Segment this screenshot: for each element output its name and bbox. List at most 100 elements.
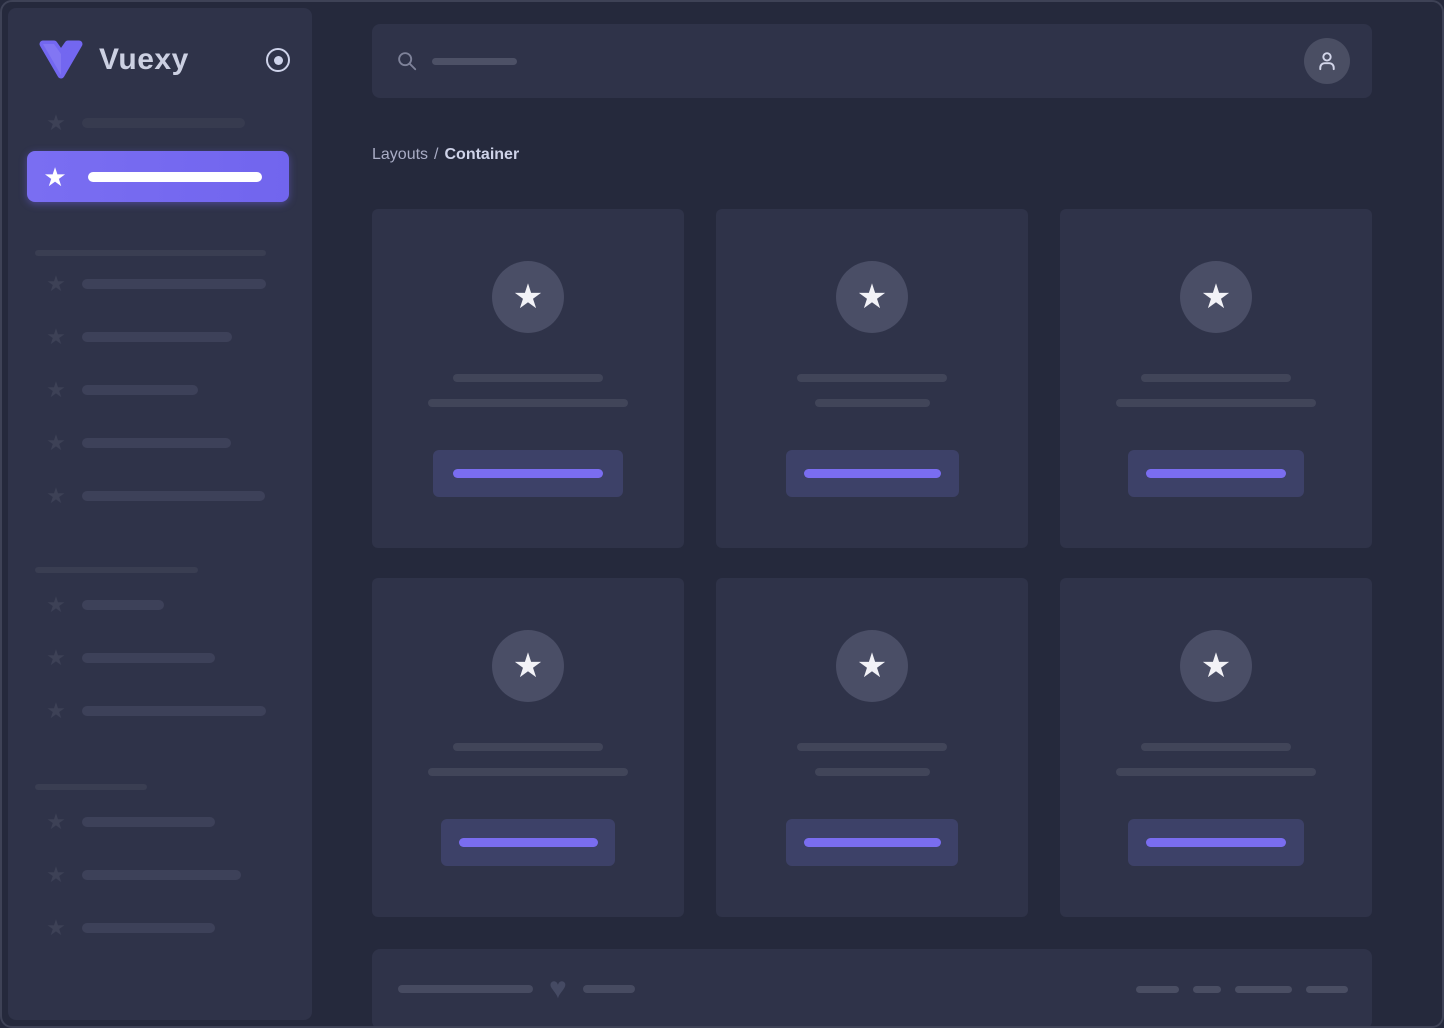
card-subtitle-skeleton [814, 399, 930, 407]
search-icon [398, 52, 417, 71]
card-action-button[interactable] [785, 450, 959, 497]
heart-icon: ♥ [549, 972, 567, 1005]
star-icon: ★ [46, 592, 66, 617]
card-action-button[interactable] [1128, 450, 1304, 497]
star-icon: ★ [46, 809, 66, 834]
demo-card: ★ [716, 578, 1028, 917]
sidebar-item-label-skeleton [82, 385, 198, 395]
star-icon: ★ [46, 698, 66, 723]
star-icon: ★ [46, 483, 66, 508]
breadcrumb-current: Container [444, 146, 520, 163]
card-title-skeleton [797, 743, 947, 751]
sidebar-item-label-skeleton [82, 706, 266, 716]
sidebar-item[interactable]: ★ [8, 485, 312, 507]
star-icon: ★ [1200, 647, 1232, 685]
button-label-skeleton [458, 838, 598, 847]
search-input[interactable] [396, 24, 1304, 98]
button-label-skeleton [803, 469, 941, 478]
app-frame: Vuexy ★ ★ ★ ★ ★ ★ ★ ★ ★ ★ ★ ★ ★ Layouts … [0, 0, 1444, 1028]
star-icon: ★ [43, 161, 67, 192]
sidebar-item-label-skeleton [82, 923, 215, 933]
card-action-button[interactable] [433, 450, 623, 497]
sidebar-item[interactable]: ★ [8, 326, 312, 348]
footer-link-skeleton[interactable] [1235, 985, 1292, 993]
card-title-skeleton [1141, 374, 1291, 382]
footer: ♥ [372, 949, 1372, 1026]
footer-credit-skeleton [582, 985, 635, 993]
demo-card: ★ [1060, 209, 1372, 548]
card-action-button[interactable] [786, 819, 958, 866]
breadcrumb: Layouts / Container [372, 145, 1372, 165]
sidebar-item-label-skeleton [82, 600, 164, 610]
sidebar-item-label-skeleton [82, 279, 266, 289]
sidebar-item[interactable]: ★ [8, 647, 312, 669]
card-avatar-circle: ★ [836, 261, 908, 333]
star-icon: ★ [46, 915, 66, 940]
card-subtitle-skeleton [814, 768, 930, 776]
card-subtitle-skeleton [428, 768, 628, 776]
star-icon: ★ [46, 110, 66, 135]
demo-card: ★ [1060, 578, 1372, 917]
sidebar-item-label-skeleton [82, 653, 215, 663]
card-title-skeleton [1141, 743, 1291, 751]
star-icon: ★ [856, 278, 888, 316]
card-avatar-circle: ★ [836, 630, 908, 702]
sidebar-section-header-skeleton [35, 567, 198, 573]
card-avatar-circle: ★ [492, 630, 564, 702]
sidebar-item-label-skeleton [82, 332, 232, 342]
search-placeholder-skeleton [432, 57, 517, 65]
radio-dot-icon[interactable] [266, 48, 290, 72]
logo-row: Vuexy [8, 8, 312, 82]
sidebar-item[interactable]: ★ [8, 112, 312, 134]
star-icon: ★ [856, 647, 888, 685]
card-subtitle-skeleton [428, 399, 628, 407]
demo-card: ★ [716, 209, 1028, 548]
top-navbar [372, 24, 1372, 98]
star-icon: ★ [46, 430, 66, 455]
star-icon: ★ [46, 324, 66, 349]
card-action-button[interactable] [441, 819, 615, 866]
app-title: Vuexy [99, 43, 189, 76]
star-icon: ★ [46, 271, 66, 296]
card-subtitle-skeleton [1116, 768, 1316, 776]
sidebar-item-label-skeleton [82, 438, 231, 448]
sidebar: Vuexy ★ ★ ★ ★ ★ ★ ★ ★ ★ ★ ★ ★ ★ [8, 8, 312, 1020]
footer-link-skeleton[interactable] [1306, 985, 1348, 993]
sidebar-section-header-skeleton [35, 250, 266, 256]
sidebar-item[interactable]: ★ [8, 594, 312, 616]
star-icon: ★ [46, 862, 66, 887]
sidebar-item-label-skeleton [82, 118, 245, 128]
sidebar-item[interactable]: ★ [8, 864, 312, 886]
card-avatar-circle: ★ [1180, 261, 1252, 333]
user-avatar-button[interactable] [1304, 38, 1350, 84]
card-action-button[interactable] [1128, 819, 1304, 866]
footer-links [1136, 985, 1348, 993]
sidebar-item-label-skeleton [88, 171, 262, 182]
sidebar-item[interactable]: ★ [8, 273, 312, 295]
breadcrumb-separator: / [434, 146, 439, 163]
sidebar-item-active[interactable]: ★ [27, 151, 289, 202]
sidebar-item[interactable]: ★ [8, 811, 312, 833]
card-avatar-circle: ★ [1180, 630, 1252, 702]
footer-link-skeleton[interactable] [1136, 985, 1179, 993]
button-label-skeleton [1146, 838, 1286, 847]
footer-link-skeleton[interactable] [1193, 985, 1221, 993]
sidebar-item-label-skeleton [82, 817, 215, 827]
sidebar-item[interactable]: ★ [8, 379, 312, 401]
sidebar-item-label-skeleton [82, 870, 241, 880]
breadcrumb-parent[interactable]: Layouts [372, 146, 428, 163]
sidebar-section-header-skeleton [35, 784, 147, 790]
sidebar-item[interactable]: ★ [8, 700, 312, 722]
sidebar-item[interactable]: ★ [8, 917, 312, 939]
card-grid: ★ ★ ★ ★ ★ ★ [372, 209, 1372, 917]
card-title-skeleton [797, 374, 947, 382]
star-icon: ★ [1200, 278, 1232, 316]
sidebar-item[interactable]: ★ [8, 432, 312, 454]
card-title-skeleton [453, 374, 603, 382]
card-avatar-circle: ★ [492, 261, 564, 333]
card-subtitle-skeleton [1116, 399, 1316, 407]
person-icon [1319, 52, 1335, 71]
footer-copyright-skeleton [398, 985, 533, 993]
button-label-skeleton [1146, 469, 1286, 478]
star-icon: ★ [46, 377, 66, 402]
